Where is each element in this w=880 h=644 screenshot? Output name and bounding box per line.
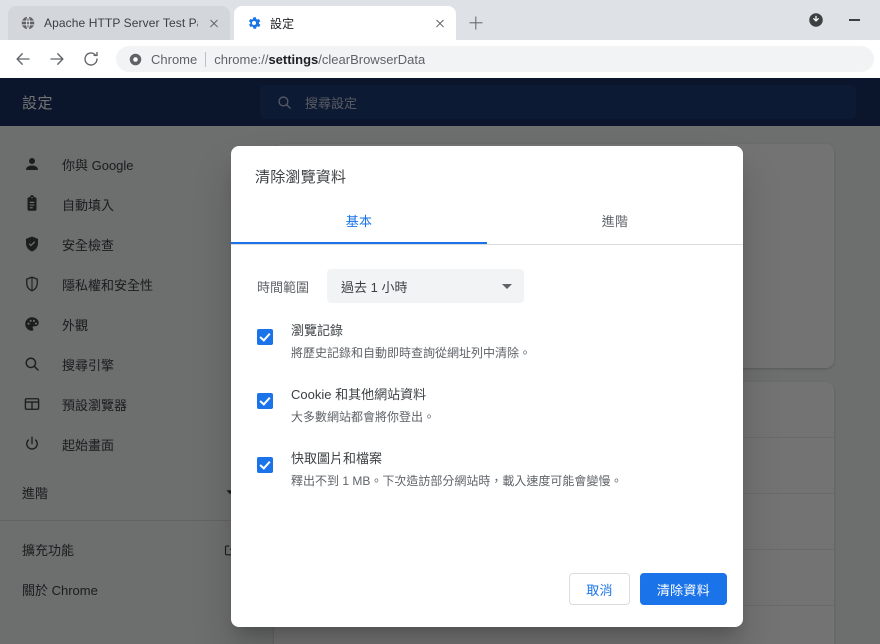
forward-button[interactable] [42, 44, 72, 74]
option-browsing-history[interactable]: 瀏覽記錄 將歷史記錄和自動即時查詢從網址列中清除。 [257, 321, 719, 363]
arrow-right-icon [50, 53, 64, 65]
omnibox-url: chrome://settings/clearBrowserData [214, 52, 425, 67]
cancel-button[interactable]: 取消 [569, 573, 630, 605]
address-bar[interactable]: Chrome chrome://settings/clearBrowserDat… [116, 46, 874, 72]
time-range-select[interactable]: 過去 1 小時 [327, 269, 525, 303]
clear-data-button[interactable]: 清除資料 [639, 573, 727, 605]
tab-basic[interactable]: 基本 [231, 197, 487, 244]
option-title: 瀏覽記錄 [291, 323, 344, 338]
url-suffix: /clearBrowserData [318, 51, 426, 67]
option-cached-images-and-files[interactable]: 快取圖片和檔案 釋出不到 1 MB。下次造訪部分網站時，載入速度可能會變慢。 [257, 449, 719, 491]
option-title: Cookie 和其他網站資料 [291, 387, 427, 402]
chevron-down-icon [502, 283, 513, 289]
chrome-logo-icon [129, 53, 142, 65]
omnibox-separator [205, 51, 207, 67]
time-range-value: 過去 1 小時 [341, 279, 408, 295]
checkbox-cached-images-and-files[interactable] [257, 457, 273, 473]
new-tab-button[interactable] [462, 9, 490, 37]
gear-icon [248, 17, 261, 29]
omnibox-scheme-label: Chrome [151, 51, 198, 67]
url-prefix: chrome:// [214, 51, 269, 67]
browser-window: 設定 搜尋設定 你與 Google [0, 0, 880, 644]
tab-settings[interactable]: 設定 [234, 6, 456, 40]
checkbox-cookies-and-site-data[interactable] [257, 393, 273, 409]
clear-browsing-data-dialog: 清除瀏覽資料 基本 進階 時間範圍 過去 1 小時 瀏覽記錄 將歷史記錄和自動即… [231, 146, 743, 627]
clear-options-list: 瀏覽記錄 將歷史記錄和自動即時查詢從網址列中清除。 Cookie 和其他網站資料… [231, 303, 743, 573]
reload-button[interactable] [76, 44, 106, 74]
window-controls [802, 0, 880, 40]
option-description: 將歷史記錄和自動即時查詢從網址列中清除。 [291, 346, 532, 360]
dialog-tablist: 基本 進階 [231, 197, 743, 245]
checkbox-browsing-history[interactable] [257, 329, 273, 345]
globe-icon [21, 16, 35, 30]
url-bold: settings [268, 51, 319, 67]
tab-title: Apache HTTP Server Test Page [44, 16, 198, 30]
reload-icon [84, 51, 98, 66]
minimize-button[interactable] [832, 3, 876, 37]
time-range-row: 時間範圍 過去 1 小時 [231, 245, 743, 303]
option-description: 大多數網站都會將你登出。 [291, 410, 436, 424]
time-range-label: 時間範圍 [257, 279, 310, 295]
dialog-footer: 取消 清除資料 [231, 573, 743, 627]
arrow-left-icon [16, 53, 30, 65]
dialog-title: 清除瀏覽資料 [255, 169, 347, 186]
tab-title: 設定 [270, 16, 295, 31]
option-description: 釋出不到 1 MB。下次造訪部分網站時，載入速度可能會變慢。 [291, 474, 623, 488]
tab-apache-test-page[interactable]: Apache HTTP Server Test Page [8, 6, 230, 40]
tabstrip: Apache HTTP Server Test Page 設定 [0, 0, 880, 40]
download-circle-icon[interactable] [802, 6, 830, 34]
browser-chrome: Apache HTTP Server Test Page 設定 [0, 0, 880, 78]
tab-advanced[interactable]: 進階 [487, 197, 743, 244]
back-button[interactable] [8, 44, 38, 74]
option-cookies-and-site-data[interactable]: Cookie 和其他網站資料 大多數網站都會將你登出。 [257, 385, 719, 427]
active-tab-indicator [231, 242, 487, 244]
option-title: 快取圖片和檔案 [291, 451, 383, 466]
close-icon[interactable] [432, 15, 448, 31]
close-icon[interactable] [206, 15, 222, 31]
browser-toolbar: Chrome chrome://settings/clearBrowserDat… [0, 40, 880, 78]
